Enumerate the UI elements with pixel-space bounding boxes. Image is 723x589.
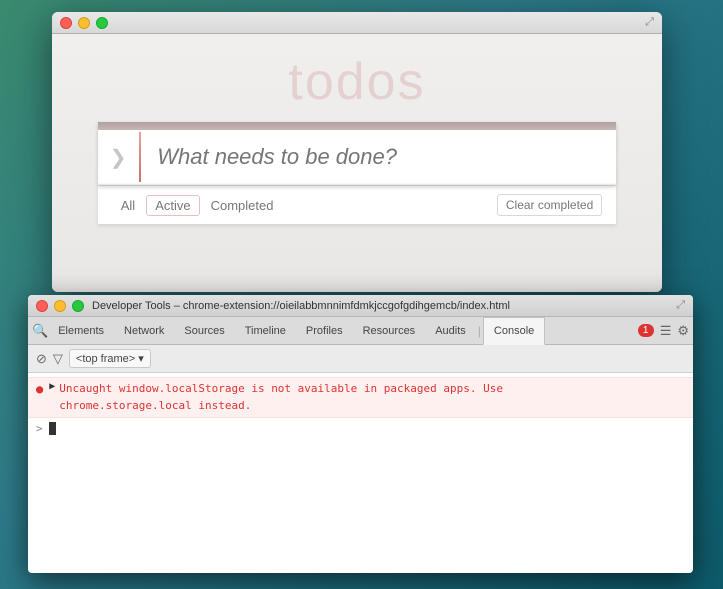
tab-audits[interactable]: Audits — [425, 317, 476, 345]
window-expand-icon[interactable]: ⤢ — [645, 16, 654, 29]
clear-console-icon[interactable]: ⊘ — [36, 351, 47, 367]
footer-filters: All Active Completed — [112, 195, 283, 216]
tab-elements[interactable]: Elements — [48, 317, 114, 345]
minimize-button[interactable] — [78, 17, 90, 29]
devtools-minimize-button[interactable] — [54, 300, 66, 312]
todo-footer: All Active Completed Clear completed — [98, 185, 617, 224]
frame-selector[interactable]: <top frame> ▾ — [69, 349, 151, 368]
error-expand-button[interactable]: ▶ — [49, 381, 55, 392]
devtools-tab-right-controls: 1 ☰ ⚙ — [638, 323, 689, 339]
console-prompt-row[interactable]: > — [28, 418, 693, 439]
devtools-traffic-lights — [36, 300, 84, 312]
tab-console[interactable]: Console — [483, 317, 545, 345]
devtools-body: 🔍 Elements Network Sources Timeline Prof… — [28, 317, 693, 573]
todo-input[interactable] — [153, 130, 604, 184]
settings-icon[interactable]: ⚙ — [677, 323, 689, 339]
close-button[interactable] — [60, 17, 72, 29]
devtools-window: Developer Tools – chrome-extension://oie… — [28, 295, 693, 573]
input-bar-decoration — [98, 122, 617, 130]
console-error-text: Uncaught window.localStorage is not avai… — [59, 381, 685, 414]
search-icon[interactable]: 🔍 — [32, 323, 48, 339]
devtools-expand-icon[interactable]: ⤢ — [676, 299, 685, 312]
devtools-close-button[interactable] — [36, 300, 48, 312]
filter-completed-button[interactable]: Completed — [202, 195, 283, 216]
devtools-maximize-button[interactable] — [72, 300, 84, 312]
devtools-toolbar: ⊘ ▽ <top frame> ▾ — [28, 345, 693, 373]
list-lines-icon[interactable]: ☰ — [660, 323, 672, 339]
app-title: todos — [288, 34, 425, 122]
app-window: ⤢ todos ❯ All Active Completed Clear com… — [52, 12, 662, 292]
todo-input-row: ❯ — [98, 130, 617, 185]
tab-network[interactable]: Network — [114, 317, 174, 345]
tab-resources[interactable]: Resources — [353, 317, 426, 345]
tab-divider: | — [476, 324, 483, 338]
tab-timeline[interactable]: Timeline — [235, 317, 296, 345]
tab-sources[interactable]: Sources — [174, 317, 234, 345]
devtools-tabs-bar: 🔍 Elements Network Sources Timeline Prof… — [28, 317, 693, 345]
devtools-title: Developer Tools – chrome-extension://oie… — [92, 300, 676, 312]
error-circle-icon: ● — [36, 382, 43, 396]
console-error-row: ● ▶ Uncaught window.localStorage is not … — [28, 377, 693, 418]
console-cursor — [49, 422, 56, 435]
filter-active-button[interactable]: Active — [146, 195, 199, 216]
devtools-titlebar: Developer Tools – chrome-extension://oie… — [28, 295, 693, 317]
console-prompt-icon: > — [36, 422, 43, 435]
traffic-lights — [60, 17, 108, 29]
error-count-badge: 1 — [638, 324, 654, 337]
clear-completed-button[interactable]: Clear completed — [497, 194, 602, 216]
input-left-border — [139, 132, 142, 182]
toggle-all-icon[interactable]: ❯ — [110, 145, 127, 170]
filter-icon[interactable]: ▽ — [53, 351, 63, 367]
tab-profiles[interactable]: Profiles — [296, 317, 353, 345]
filter-all-button[interactable]: All — [112, 195, 144, 216]
devtools-console[interactable]: ● ▶ Uncaught window.localStorage is not … — [28, 373, 693, 573]
maximize-button[interactable] — [96, 17, 108, 29]
todo-input-area: ❯ — [98, 122, 617, 185]
app-titlebar: ⤢ — [52, 12, 662, 34]
app-content: todos ❯ All Active Completed Clear compl… — [52, 34, 662, 292]
